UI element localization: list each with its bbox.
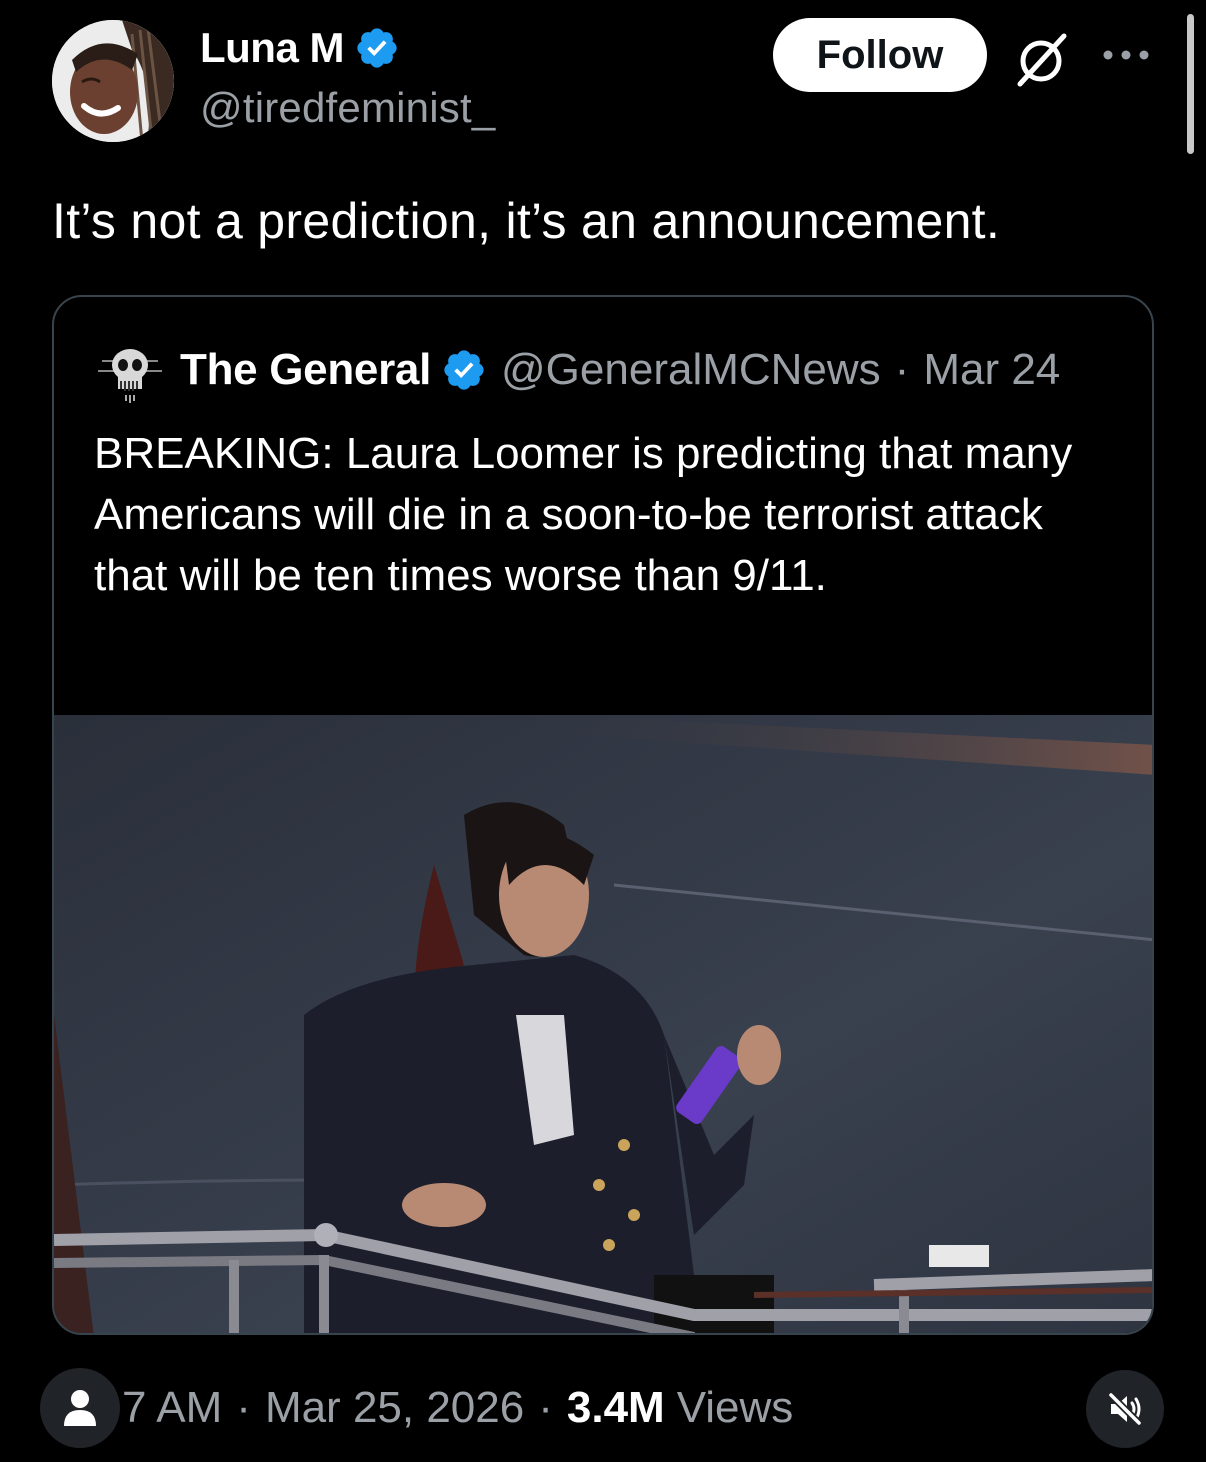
more-options-icon[interactable] [1100,44,1152,66]
tweet-timestamp-views: 7 AM · Mar 25, 2026 · 3.4M Views [122,1383,793,1433]
follow-button[interactable]: Follow [773,18,987,92]
separator-dot: · [236,1383,251,1432]
author-name-text: Luna M [200,24,344,71]
author-avatar[interactable] [52,20,174,142]
tweet-text: It’s not a prediction, it’s an announcem… [52,193,1001,249]
profile-photo-icon [52,20,174,142]
skull-emblem-icon [94,341,166,403]
mute-button[interactable] [1086,1370,1164,1448]
separator-dot: · [894,345,910,394]
quoted-date[interactable]: Mar 24 [923,345,1060,395]
quoted-handle[interactable]: @GeneralMCNews [501,345,881,395]
account-icon[interactable] [40,1368,120,1448]
quoted-avatar[interactable] [94,341,166,403]
airplane-stairs-photo-icon [54,715,1152,1333]
quoted-author-name[interactable]: The General [180,345,431,395]
tweet-meta: 7 AM · Mar 25, 2026 · 3.4M Views [40,1368,793,1448]
verified-badge-icon [444,350,484,390]
tweet-date[interactable]: Mar 25, 2026 [265,1383,524,1433]
quoted-header: The General @GeneralMCNews · Mar 24 [180,345,1060,395]
volume-muted-icon [1107,1391,1143,1427]
author-name[interactable]: Luna M [200,24,400,72]
grok-icon[interactable] [1012,28,1074,90]
grok-symbol-icon [1017,33,1067,87]
separator-dot: · [538,1383,553,1432]
quoted-tweet-card[interactable]: The General @GeneralMCNews · Mar 24 BREA… [52,295,1154,1335]
views-count: 3.4M [566,1383,665,1432]
quoted-text: BREAKING: Laura Loomer is predicting tha… [94,429,1073,600]
person-icon [64,1390,96,1426]
verified-badge-icon [357,28,397,68]
quoted-media-photo[interactable] [54,715,1152,1333]
tweet-time[interactable]: 7 AM [122,1383,222,1433]
author-handle[interactable]: @tiredfeminist_ [200,84,495,132]
views-label: Views [676,1383,794,1432]
scrollbar[interactable] [1187,14,1194,154]
